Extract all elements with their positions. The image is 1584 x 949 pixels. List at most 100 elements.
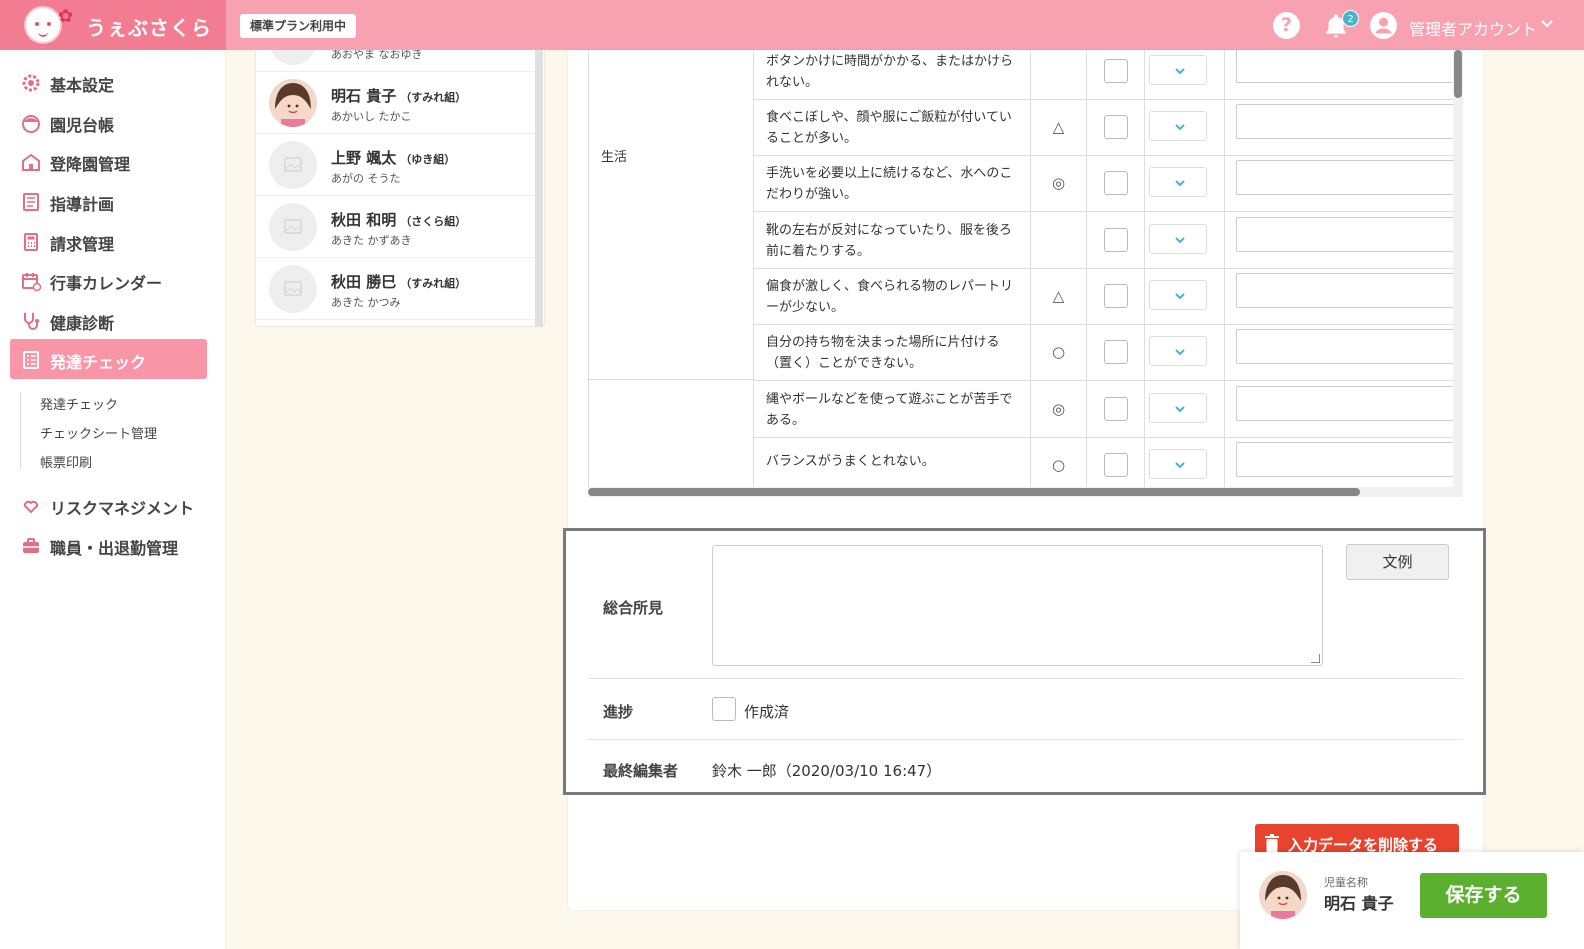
- child-name: 上野 颯太 （ゆき組）: [331, 149, 456, 167]
- sidebar-item-label: リスクマネジメント: [50, 499, 195, 518]
- overall-findings-textarea[interactable]: [712, 545, 1323, 666]
- sidebar-item-attendance[interactable]: 登降園管理: [10, 141, 207, 181]
- comment-input[interactable]: [1236, 160, 1453, 195]
- sidebar-item-staff-attendance[interactable]: 職員・出退勤管理: [10, 525, 207, 565]
- child-class: （ゆき組）: [400, 153, 456, 166]
- row-checkbox[interactable]: [1104, 284, 1128, 308]
- rating-select[interactable]: [1149, 224, 1207, 254]
- progress-completed-label[interactable]: 作成済: [744, 701, 789, 722]
- submenu-item-form-print[interactable]: 帳票印刷: [40, 452, 92, 471]
- rating-select[interactable]: [1149, 449, 1207, 479]
- avatar-placeholder-icon: [269, 203, 317, 251]
- sidebar-item-health-check[interactable]: 健康診断: [10, 300, 207, 340]
- sidebar-item-risk-management[interactable]: リスクマネジメント: [10, 485, 207, 525]
- save-button[interactable]: 保存する: [1420, 873, 1547, 918]
- child-kana: あきた かつみ: [331, 296, 401, 309]
- table-row: 偏食が激しく、食べられる物のレパートリーが少ない。 △: [754, 268, 1453, 325]
- rating-mark: △: [1031, 99, 1087, 155]
- rating-mark: ◎: [1031, 155, 1087, 211]
- sidebar-item-label: 登降園管理: [50, 155, 131, 174]
- user-account-name[interactable]: 管理者アカウント: [1409, 16, 1537, 40]
- progress-completed-checkbox[interactable]: [712, 697, 736, 721]
- question-text: 手洗いを必要以上に続けるなど、水へのこだわりが強い。: [754, 155, 1031, 211]
- comment-input[interactable]: [1236, 442, 1453, 477]
- comment-input[interactable]: [1236, 50, 1453, 83]
- rating-select[interactable]: [1149, 111, 1207, 141]
- sidebar-item-label: 基本設定: [50, 76, 115, 95]
- logo-text: うぇぶさくら: [86, 16, 212, 40]
- child-list-item[interactable]: 秋田 和明 （さくら組） あきた かずあき: [256, 196, 536, 258]
- rating-select[interactable]: [1149, 336, 1207, 366]
- row-checkbox[interactable]: [1104, 397, 1128, 421]
- table-vertical-scroll-thumb[interactable]: [1454, 50, 1462, 98]
- child-kana: あおやま なおゆき: [331, 50, 423, 61]
- row-checkbox[interactable]: [1104, 115, 1128, 139]
- child-list-item[interactable]: 上野 颯太 （ゆき組） あがの そうた: [256, 134, 536, 196]
- chevron-down-icon: [1175, 68, 1185, 75]
- child-list-item[interactable]: あおやま なおゆき: [256, 50, 536, 72]
- comment-input[interactable]: [1236, 104, 1453, 139]
- submenu-item-development-check[interactable]: 発達チェック: [40, 394, 118, 413]
- rating-mark: △: [1031, 268, 1087, 324]
- last-editor-label: 最終編集者: [603, 762, 679, 780]
- rating-select[interactable]: [1149, 167, 1207, 197]
- briefcase-icon: [23, 538, 39, 553]
- example-text-button[interactable]: 文例: [1346, 544, 1449, 580]
- submenu-item-checksheet-management[interactable]: チェックシート管理: [40, 423, 157, 442]
- sidebar-item-label: 園児台帳: [50, 116, 115, 135]
- table-horizontal-scroll-thumb[interactable]: [588, 488, 1360, 496]
- rating-select[interactable]: [1149, 393, 1207, 423]
- question-text: 自分の持ち物を決まった場所に片付ける（置く）ことができない。: [754, 324, 1031, 380]
- calculator-icon: [24, 233, 38, 251]
- child-kana: あかいし たかこ: [331, 110, 412, 123]
- table-row: バランスがうまくとれない。 ○: [754, 437, 1453, 487]
- rating-select[interactable]: [1149, 280, 1207, 310]
- question-text: ボタンかけに時間がかかる、またはかけられない。: [754, 50, 1031, 99]
- comment-input[interactable]: [1236, 273, 1453, 308]
- chevron-down-icon[interactable]: [1540, 17, 1554, 31]
- progress-label: 進捗: [603, 703, 634, 721]
- app-header: ✿ うぇぶさくら 標準プラン利用中 ? 2 管理者アカウント: [0, 0, 1584, 50]
- rating-mark: [1031, 212, 1087, 268]
- avatar-placeholder-icon: [269, 265, 317, 313]
- chevron-down-icon: [1175, 293, 1185, 300]
- trash-icon: [1265, 834, 1279, 852]
- comment-input[interactable]: [1236, 386, 1453, 421]
- user-icon[interactable]: [1370, 12, 1397, 39]
- sidebar-item-child-register[interactable]: 園児台帳: [10, 102, 207, 142]
- comment-input[interactable]: [1236, 329, 1453, 364]
- calendar-icon: [22, 273, 41, 291]
- row-checkbox[interactable]: [1104, 171, 1128, 195]
- table-vertical-scrollbar[interactable]: [1453, 50, 1463, 487]
- sidebar-item-billing[interactable]: 請求管理: [10, 221, 207, 261]
- help-icon[interactable]: ?: [1273, 12, 1300, 39]
- chevron-down-icon: [1175, 124, 1185, 131]
- child-list-item[interactable]: 明石 貴子 （すみれ組） あかいし たかこ: [256, 72, 536, 134]
- table-row: ボタンかけに時間がかかる、またはかけられない。: [754, 50, 1453, 100]
- row-checkbox[interactable]: [1104, 340, 1128, 364]
- table-row: 食べこぼしや、顔や服にご飯粒が付いていることが多い。 △: [754, 99, 1453, 156]
- sidebar-item-label: 発達チェック: [50, 353, 147, 372]
- row-checkbox[interactable]: [1104, 59, 1128, 83]
- sidebar-item-label: 職員・出退勤管理: [50, 539, 179, 558]
- comment-input[interactable]: [1236, 217, 1453, 252]
- chevron-down-icon: [1175, 349, 1185, 356]
- rating-select[interactable]: [1149, 55, 1207, 85]
- child-kana: あきた かずあき: [331, 234, 412, 247]
- save-footer: 児童名称 明石 貴子 保存する: [1240, 852, 1584, 949]
- sidebar-item-label: 指導計画: [50, 195, 115, 214]
- question-text: 偏食が激しく、食べられる物のレパートリーが少ない。: [754, 268, 1031, 324]
- child-list-item[interactable]: 秋田 勝巳 （すみれ組） あきた かつみ: [256, 258, 536, 320]
- row-checkbox[interactable]: [1104, 453, 1128, 477]
- sidebar-item-guidance-plan[interactable]: 指導計画: [10, 181, 207, 221]
- sidebar-item-development-check[interactable]: 発達チェック: [10, 339, 207, 379]
- child-class: （すみれ組）: [400, 91, 467, 104]
- child-list-scrollbar[interactable]: [535, 50, 543, 327]
- check-table: 生活 ボタンかけに時間がかかる、またはかけられない。 食べこぼしや、顔や服にご飯…: [588, 50, 1453, 487]
- row-checkbox[interactable]: [1104, 228, 1128, 252]
- sidebar-item-settings[interactable]: 基本設定: [10, 62, 207, 102]
- section-divider: [588, 678, 1463, 679]
- gear-icon: [22, 74, 40, 92]
- app-logo[interactable]: ✿ うぇぶさくら: [0, 0, 226, 50]
- sidebar-item-event-calendar[interactable]: 行事カレンダー: [10, 260, 207, 300]
